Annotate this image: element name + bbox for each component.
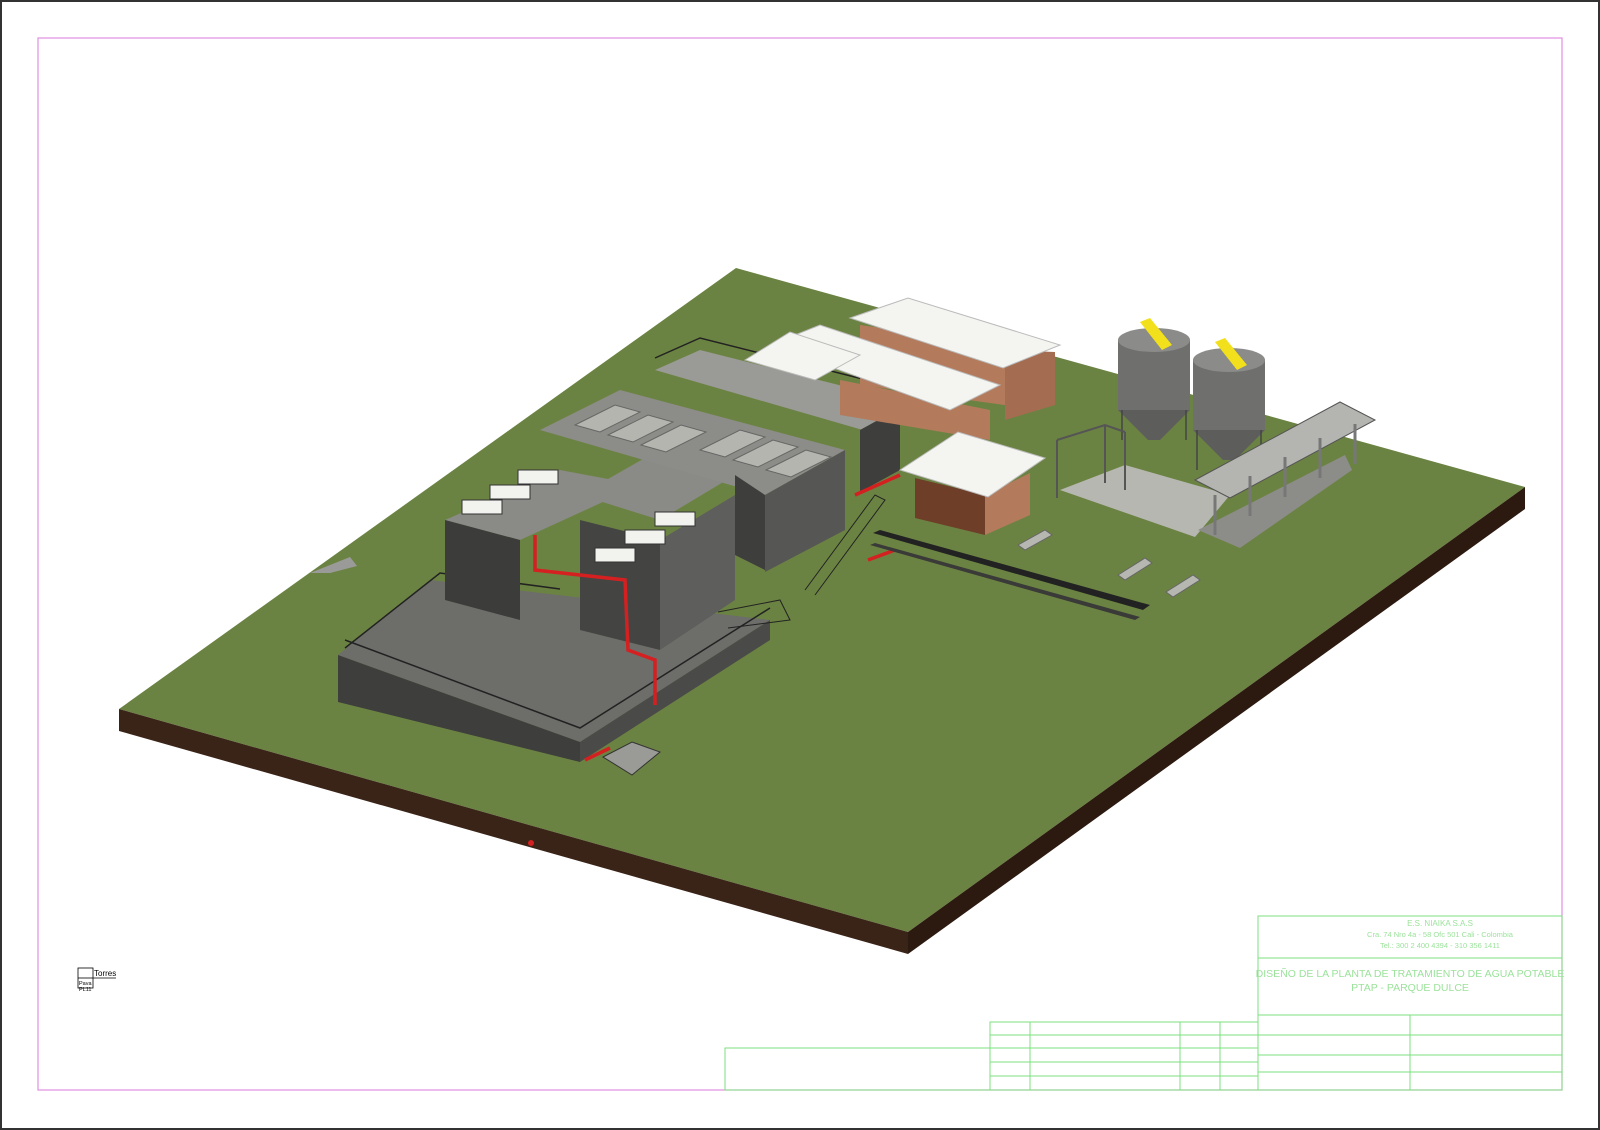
flocculator-unit [517, 469, 559, 485]
flocculator-unit [654, 511, 696, 527]
view-tag-name: Torres [94, 969, 116, 978]
company-line: E.S. NIAIKA S.A.S [1407, 919, 1473, 928]
company-line: Cra. 74 Nro 4a - 58 Ofc 501 Cali - Colom… [1367, 930, 1514, 939]
project-title-line-2: PTAP - PARQUE DULCE [1351, 982, 1469, 994]
flocculator-unit [594, 547, 636, 563]
company-line: Tel.: 300 2 400 4394 - 310 356 1411 [1380, 941, 1500, 950]
drawing-sheet: E.S. NIAIKA S.A.S Cra. 74 Nro 4a - 58 Of… [0, 0, 1600, 1130]
flocculator-unit [489, 484, 531, 500]
survey-marker [528, 840, 534, 846]
project-title-line-1: DISEÑO DE LA PLANTA DE TRATAMIENTO DE AG… [1256, 967, 1565, 980]
view-tag-line3: PL11 [79, 987, 91, 993]
flocculator-unit [624, 529, 666, 545]
flocculator-unit [461, 499, 503, 515]
